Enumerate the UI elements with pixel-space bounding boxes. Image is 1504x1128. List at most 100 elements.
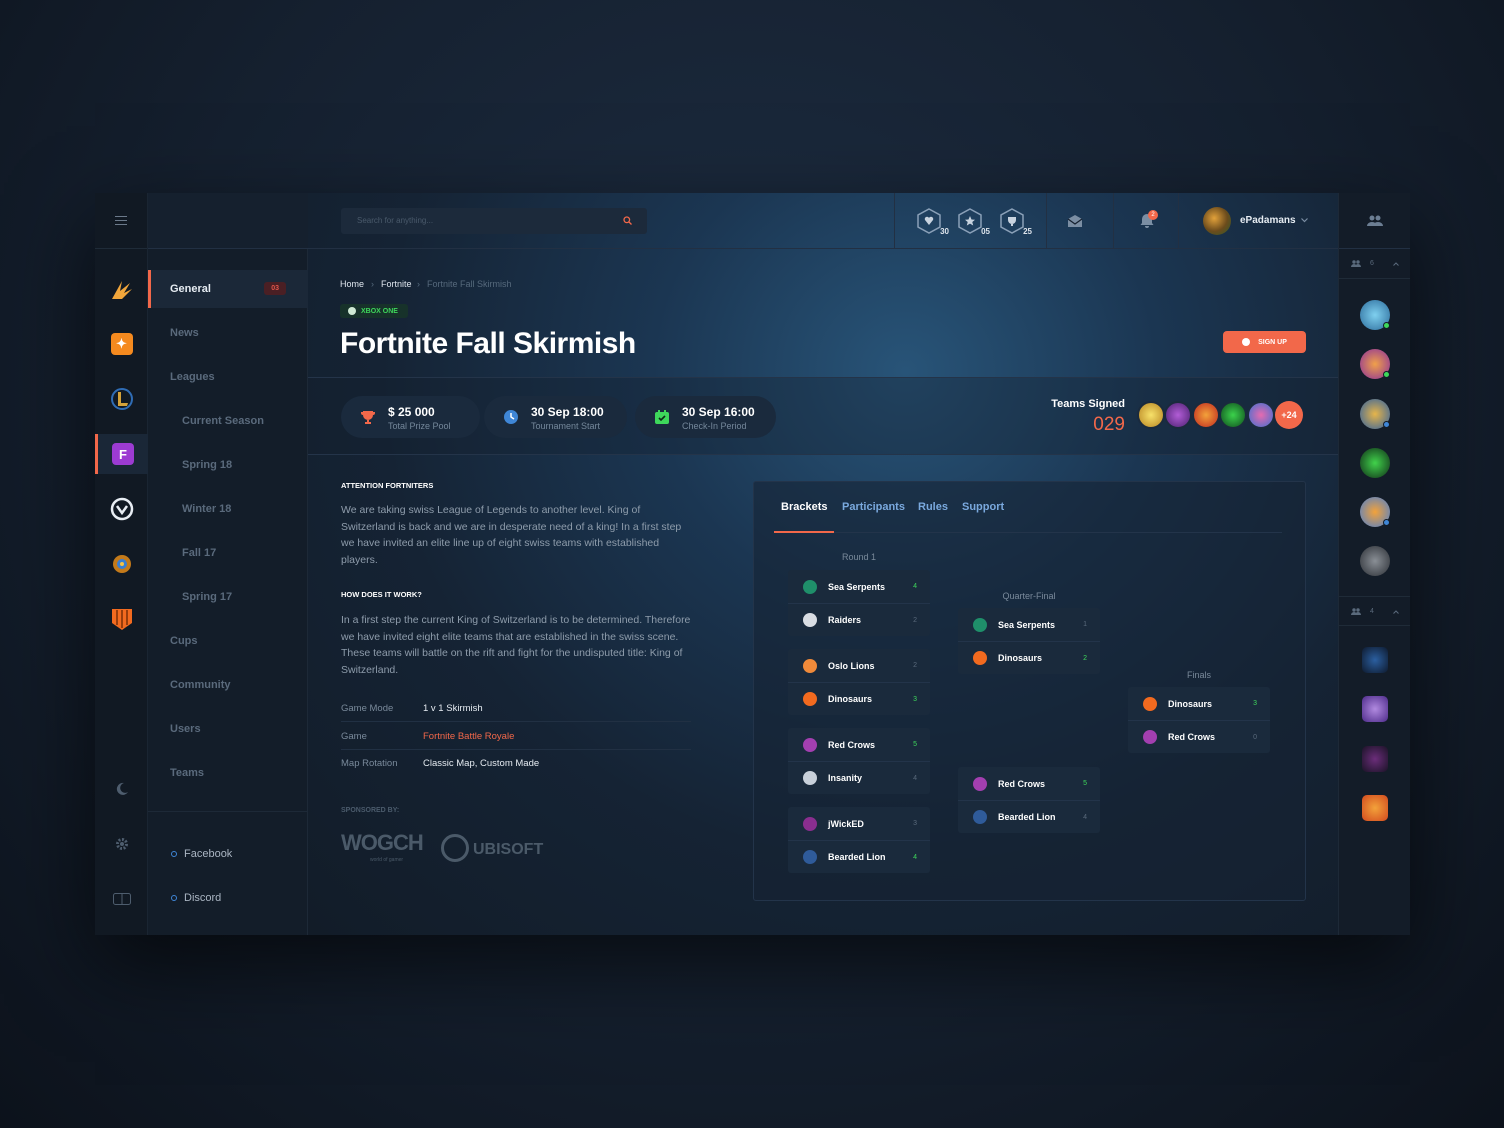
friends-section-header[interactable]: 6 [1339,249,1410,279]
overwatch-icon[interactable] [95,489,148,529]
friend-avatar[interactable] [1360,546,1390,576]
moon-icon[interactable] [95,769,148,809]
counter-strike-icon[interactable]: ✦ [95,324,148,364]
users-icon[interactable] [1366,215,1384,227]
team-logo[interactable] [1362,746,1388,772]
nav-item-teams[interactable]: Teams [148,754,308,792]
avatar[interactable] [1203,207,1231,235]
sign-up-button[interactable]: SIGN UP [1223,331,1306,353]
tab-participants[interactable]: Participants [842,501,905,513]
away-indicator [1383,421,1390,428]
language-icon[interactable] [95,879,148,919]
trophy-hex-icon[interactable]: 25 [998,207,1032,236]
discord-link[interactable]: Discord [148,883,308,913]
hearthstone-icon[interactable] [95,544,148,584]
nav-item-cups[interactable]: Cups [148,622,308,660]
nav-item-fall-17[interactable]: Fall 17 [148,534,308,572]
team-avatar[interactable] [1137,401,1165,429]
team-avatar[interactable] [1164,401,1192,429]
bracket-team-row[interactable]: Insanity 4 [788,761,930,794]
bracket-team-row[interactable]: Red Crows 5 [788,728,930,761]
bracket-team-row[interactable]: Sea Serpents 1 [958,608,1100,641]
check-in-stat: 30 Sep 16:00 Check-In Period [635,396,776,438]
bracket-match[interactable]: jWickED 3 Bearded Lion 4 [788,807,930,873]
ubisoft-logo-icon[interactable] [441,834,469,862]
bracket-match[interactable]: Sea Serpents 4 Raiders 2 [788,570,930,636]
tab-support[interactable]: Support [962,501,1004,513]
nav-item-news[interactable]: News [148,314,308,352]
bracket-team-row[interactable]: Oslo Lions 2 [788,649,930,682]
team-avatar[interactable] [1192,401,1220,429]
wogch-logo[interactable]: WOGCH [341,830,424,856]
team-score: 2 [913,616,917,624]
tab-rules[interactable]: Rules [918,501,948,513]
bracket-team-row[interactable]: Bearded Lion 4 [788,840,930,873]
nav-item-leagues[interactable]: Leagues [148,358,308,396]
nav-item-current-season[interactable]: Current Season [148,402,308,440]
section-nav: General 03 News Leagues Current Season S… [148,249,308,935]
league-of-legends-icon[interactable] [95,379,148,419]
game-icon-bar: ✦ F [95,193,148,935]
bracket-team-row[interactable]: Raiders 2 [788,603,930,636]
clock-icon [504,410,518,424]
bracket-match[interactable]: Oslo Lions 2 Dinosaurs 3 [788,649,930,715]
nav-item-users[interactable]: Users [148,710,308,748]
nav-item-spring-17[interactable]: Spring 17 [148,578,308,616]
game-link[interactable]: Fortnite Battle Royale [423,731,514,742]
bracket-team-row[interactable]: Bearded Lion 4 [958,800,1100,833]
team-name: Red Crows [998,778,1046,789]
bracket-team-row[interactable]: jWickED 3 [788,807,930,840]
breadcrumb-fortnite[interactable]: Fortnite [381,279,412,289]
call-of-duty-icon[interactable] [95,599,148,639]
bracket-match[interactable]: Red Crows 5 Bearded Lion 4 [958,767,1100,833]
nav-item-winter-18[interactable]: Winter 18 [148,490,308,528]
teams-section-header[interactable]: 4 [1339,596,1410,626]
bracket-team-row[interactable]: Dinosaurs 2 [958,641,1100,674]
breadcrumb-home[interactable]: Home [340,279,364,289]
friend-avatar[interactable] [1360,448,1390,478]
team-logo[interactable] [1362,647,1388,673]
tab-brackets[interactable]: Brackets [781,501,827,513]
game-row: Game Fortnite Battle Royale [341,723,691,750]
bracket-match[interactable]: Dinosaurs 3 Red Crows 0 [1128,687,1270,753]
bracket-match[interactable]: Red Crows 5 Insanity 4 [788,728,930,794]
nav-item-community[interactable]: Community [148,666,308,704]
mail-icon[interactable] [1067,214,1083,228]
team-logo-icon [803,850,817,864]
chevron-up-icon[interactable] [1393,610,1399,614]
bracket-team-row[interactable]: Dinosaurs 3 [788,682,930,715]
calendar-check-icon [655,410,669,424]
bracket-team-row[interactable]: Red Crows 0 [1128,720,1270,753]
bracket-team-row[interactable]: Dinosaurs 3 [1128,687,1270,720]
chevron-up-icon[interactable] [1393,262,1399,266]
ubisoft-logo[interactable]: UBISOFT [473,841,543,859]
team-name: Raiders [828,615,862,625]
menu-icon[interactable] [115,216,127,225]
nav-badge: 03 [264,282,286,295]
more-teams-badge[interactable]: +24 [1275,401,1303,429]
bracket-match[interactable]: Sea Serpents 1 Dinosaurs 2 [958,608,1100,674]
username[interactable]: ePadamans [1240,215,1296,226]
valorant-icon[interactable] [95,270,148,310]
search-input[interactable]: Search for anything... [341,208,647,234]
gear-icon[interactable] [95,824,148,864]
team-logo[interactable] [1362,795,1388,821]
bracket-team-row[interactable]: Sea Serpents 4 [788,570,930,603]
team-name: Oslo Lions [828,660,875,671]
team-logo[interactable] [1362,696,1388,722]
nav-item-spring-18[interactable]: Spring 18 [148,446,308,484]
bracket-team-row[interactable]: Red Crows 5 [958,767,1100,800]
search-icon[interactable] [623,216,632,225]
breadcrumb-separator: › [371,279,374,289]
facebook-link[interactable]: Facebook [148,839,308,869]
team-avatar[interactable] [1247,401,1275,429]
star-hex-icon[interactable]: 05 [956,207,990,236]
team-avatar[interactable] [1219,401,1247,429]
chevron-down-icon[interactable] [1301,218,1308,223]
team-logo-icon [973,776,987,791]
nav-item-general[interactable]: General 03 [148,270,308,308]
heart-hex-icon[interactable]: 30 [915,207,949,236]
friends-icon [1351,260,1361,267]
fortnite-icon[interactable]: F [95,434,148,474]
team-logo-icon [973,651,987,665]
